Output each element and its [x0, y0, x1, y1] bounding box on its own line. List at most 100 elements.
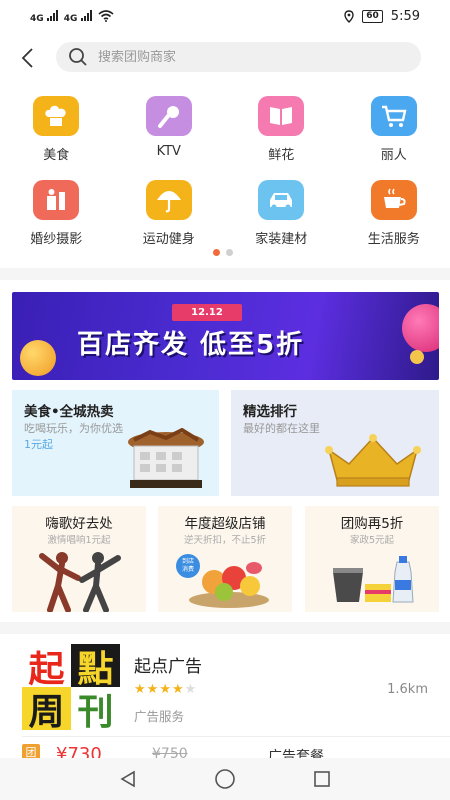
mini-title: 年度超级店铺 [184, 516, 266, 532]
cart-icon [370, 96, 417, 136]
mini-title: 嗨歌好去处 [45, 516, 113, 532]
store-distance: 1.6km [387, 682, 428, 697]
nav-home-button[interactable] [205, 759, 245, 799]
category-food[interactable]: 美食 [0, 96, 113, 180]
category-label: 丽人 [380, 148, 407, 163]
circle-home-icon [215, 769, 235, 789]
mini-card-ktv[interactable]: 嗨歌好去处 激情唱响1元起 [12, 506, 146, 612]
promo-subtitle: 最好的都在这里 [243, 422, 320, 435]
balloon-decoration [20, 340, 56, 376]
star-icon: ★ [134, 682, 146, 697]
balloon-decoration [402, 304, 439, 352]
triangle-back-icon [120, 770, 136, 788]
category-home-decor[interactable]: 家装建材 [225, 180, 338, 264]
category-life-services[interactable]: 生活服务 [338, 180, 450, 264]
divider [22, 736, 450, 737]
network-label-2: 4G [63, 13, 78, 24]
umbrella-icon [145, 180, 192, 220]
status-bar: 4G 4G 60 5:59 [0, 0, 450, 32]
carousel-dot[interactable] [226, 249, 233, 256]
dancers-image [39, 552, 121, 612]
promo-card-ranking[interactable]: 精选排行 最好的都在这里 [231, 390, 439, 496]
system-nav-bar [0, 758, 450, 800]
section-divider [0, 622, 450, 634]
carousel-dot-active[interactable] [213, 249, 220, 256]
category-label: 运动健身 [142, 232, 195, 247]
crown-image [325, 434, 421, 487]
signal-icon [80, 9, 92, 21]
fruit-basket-image [189, 562, 269, 608]
location-icon [344, 9, 354, 23]
camera-icon [33, 180, 80, 220]
logo-char: 周 [22, 687, 71, 733]
network-label-1: 4G [30, 13, 44, 24]
star-empty-icon: ★ [184, 682, 197, 697]
battery-indicator: 60 [362, 9, 383, 23]
back-button[interactable] [18, 46, 38, 70]
category-label: 鲜花 [268, 148, 295, 163]
store-category: 广告服务 [134, 709, 185, 724]
logo-char: 刊 [71, 687, 120, 733]
mini-subtitle: 逆天折扣，不止5折 [183, 535, 267, 546]
coffee-cup-icon [370, 180, 417, 220]
banner-tag: 12.12 [172, 304, 242, 321]
mini-card-store[interactable]: 年度超级店铺 逆天折扣，不止5折 到店 消费 [158, 506, 292, 612]
category-grid: 美食 KTV 鲜花 丽人 婚纱摄影 运动健身 家装建材 生活服务 [0, 96, 450, 264]
category-row: 美食 KTV 鲜花 丽人 [0, 96, 450, 180]
mini-card-housekeeping[interactable]: 团购再5折 家政5元起 [305, 506, 439, 612]
search-header [0, 38, 450, 78]
status-right: 60 5:59 [344, 9, 420, 24]
store-name: 起点广告 [134, 657, 202, 677]
status-left: 4G 4G [30, 9, 114, 24]
signal-icon [46, 9, 58, 21]
category-label: 美食 [43, 148, 70, 163]
category-wedding-photo[interactable]: 婚纱摄影 [0, 180, 113, 264]
mini-subtitle: 家政5元起 [349, 535, 395, 546]
banner-headline: 百店齐发 低至5折 [77, 330, 305, 360]
microphone-icon [145, 96, 192, 136]
network-indicator-2: 4G [64, 9, 92, 24]
promo-title: 精选排行 [243, 404, 297, 420]
chevron-left-icon [21, 48, 33, 68]
category-label: KTV [156, 144, 181, 159]
promo-title: 美食•全城热卖 [24, 404, 114, 420]
promo-card-food[interactable]: 美食•全城热卖 吃喝玩乐，为你优选 1元起 [12, 390, 219, 496]
category-beauty[interactable]: 丽人 [338, 96, 450, 180]
star-icon: ★ [146, 682, 159, 697]
network-indicator-1: 4G [30, 9, 58, 24]
store-logo: 起 點 周 刊 [22, 644, 120, 733]
logo-char: 點 [71, 644, 120, 690]
square-recents-icon [313, 771, 330, 787]
book-icon [258, 96, 305, 136]
nav-back-button[interactable] [108, 759, 148, 799]
carousel-indicator [213, 249, 233, 256]
mini-title: 团购再5折 [340, 516, 404, 532]
promo-banner[interactable]: 12.12 百店齐发 低至5折 [12, 292, 439, 380]
cleaning-supplies-image [333, 556, 414, 603]
category-label: 婚纱摄影 [30, 232, 83, 247]
category-label: 家装建材 [255, 232, 308, 247]
promo-subtitle: 吃喝玩乐，为你优选 [24, 422, 123, 435]
search-icon [69, 48, 87, 66]
wifi-icon [98, 10, 114, 22]
logo-char: 起 [22, 644, 71, 690]
search-input[interactable] [98, 49, 398, 65]
clock: 5:59 [390, 8, 420, 24]
promo-price: 1元起 [24, 438, 53, 451]
category-sports[interactable]: 运动健身 [113, 180, 226, 264]
category-flowers[interactable]: 鲜花 [225, 96, 338, 180]
section-divider [0, 268, 450, 280]
nav-recents-button[interactable] [302, 759, 342, 799]
search-bar[interactable] [56, 42, 421, 72]
category-label: 生活服务 [367, 232, 420, 247]
chef-hat-icon [33, 96, 80, 136]
mini-subtitle: 激情唱响1元起 [47, 535, 111, 546]
rating-stars: ★ ★ ★ ★ ★ [134, 682, 196, 697]
balloon-decoration [410, 350, 424, 364]
category-ktv[interactable]: KTV [113, 96, 226, 180]
star-icon: ★ [171, 682, 184, 697]
star-icon: ★ [159, 682, 171, 697]
store-listing[interactable]: 起 點 周 刊 起点广告 ★ ★ ★ ★ ★ 1.6km 广告服务 [0, 636, 450, 736]
car-icon [258, 180, 305, 220]
bbq-grill-image [128, 428, 204, 488]
